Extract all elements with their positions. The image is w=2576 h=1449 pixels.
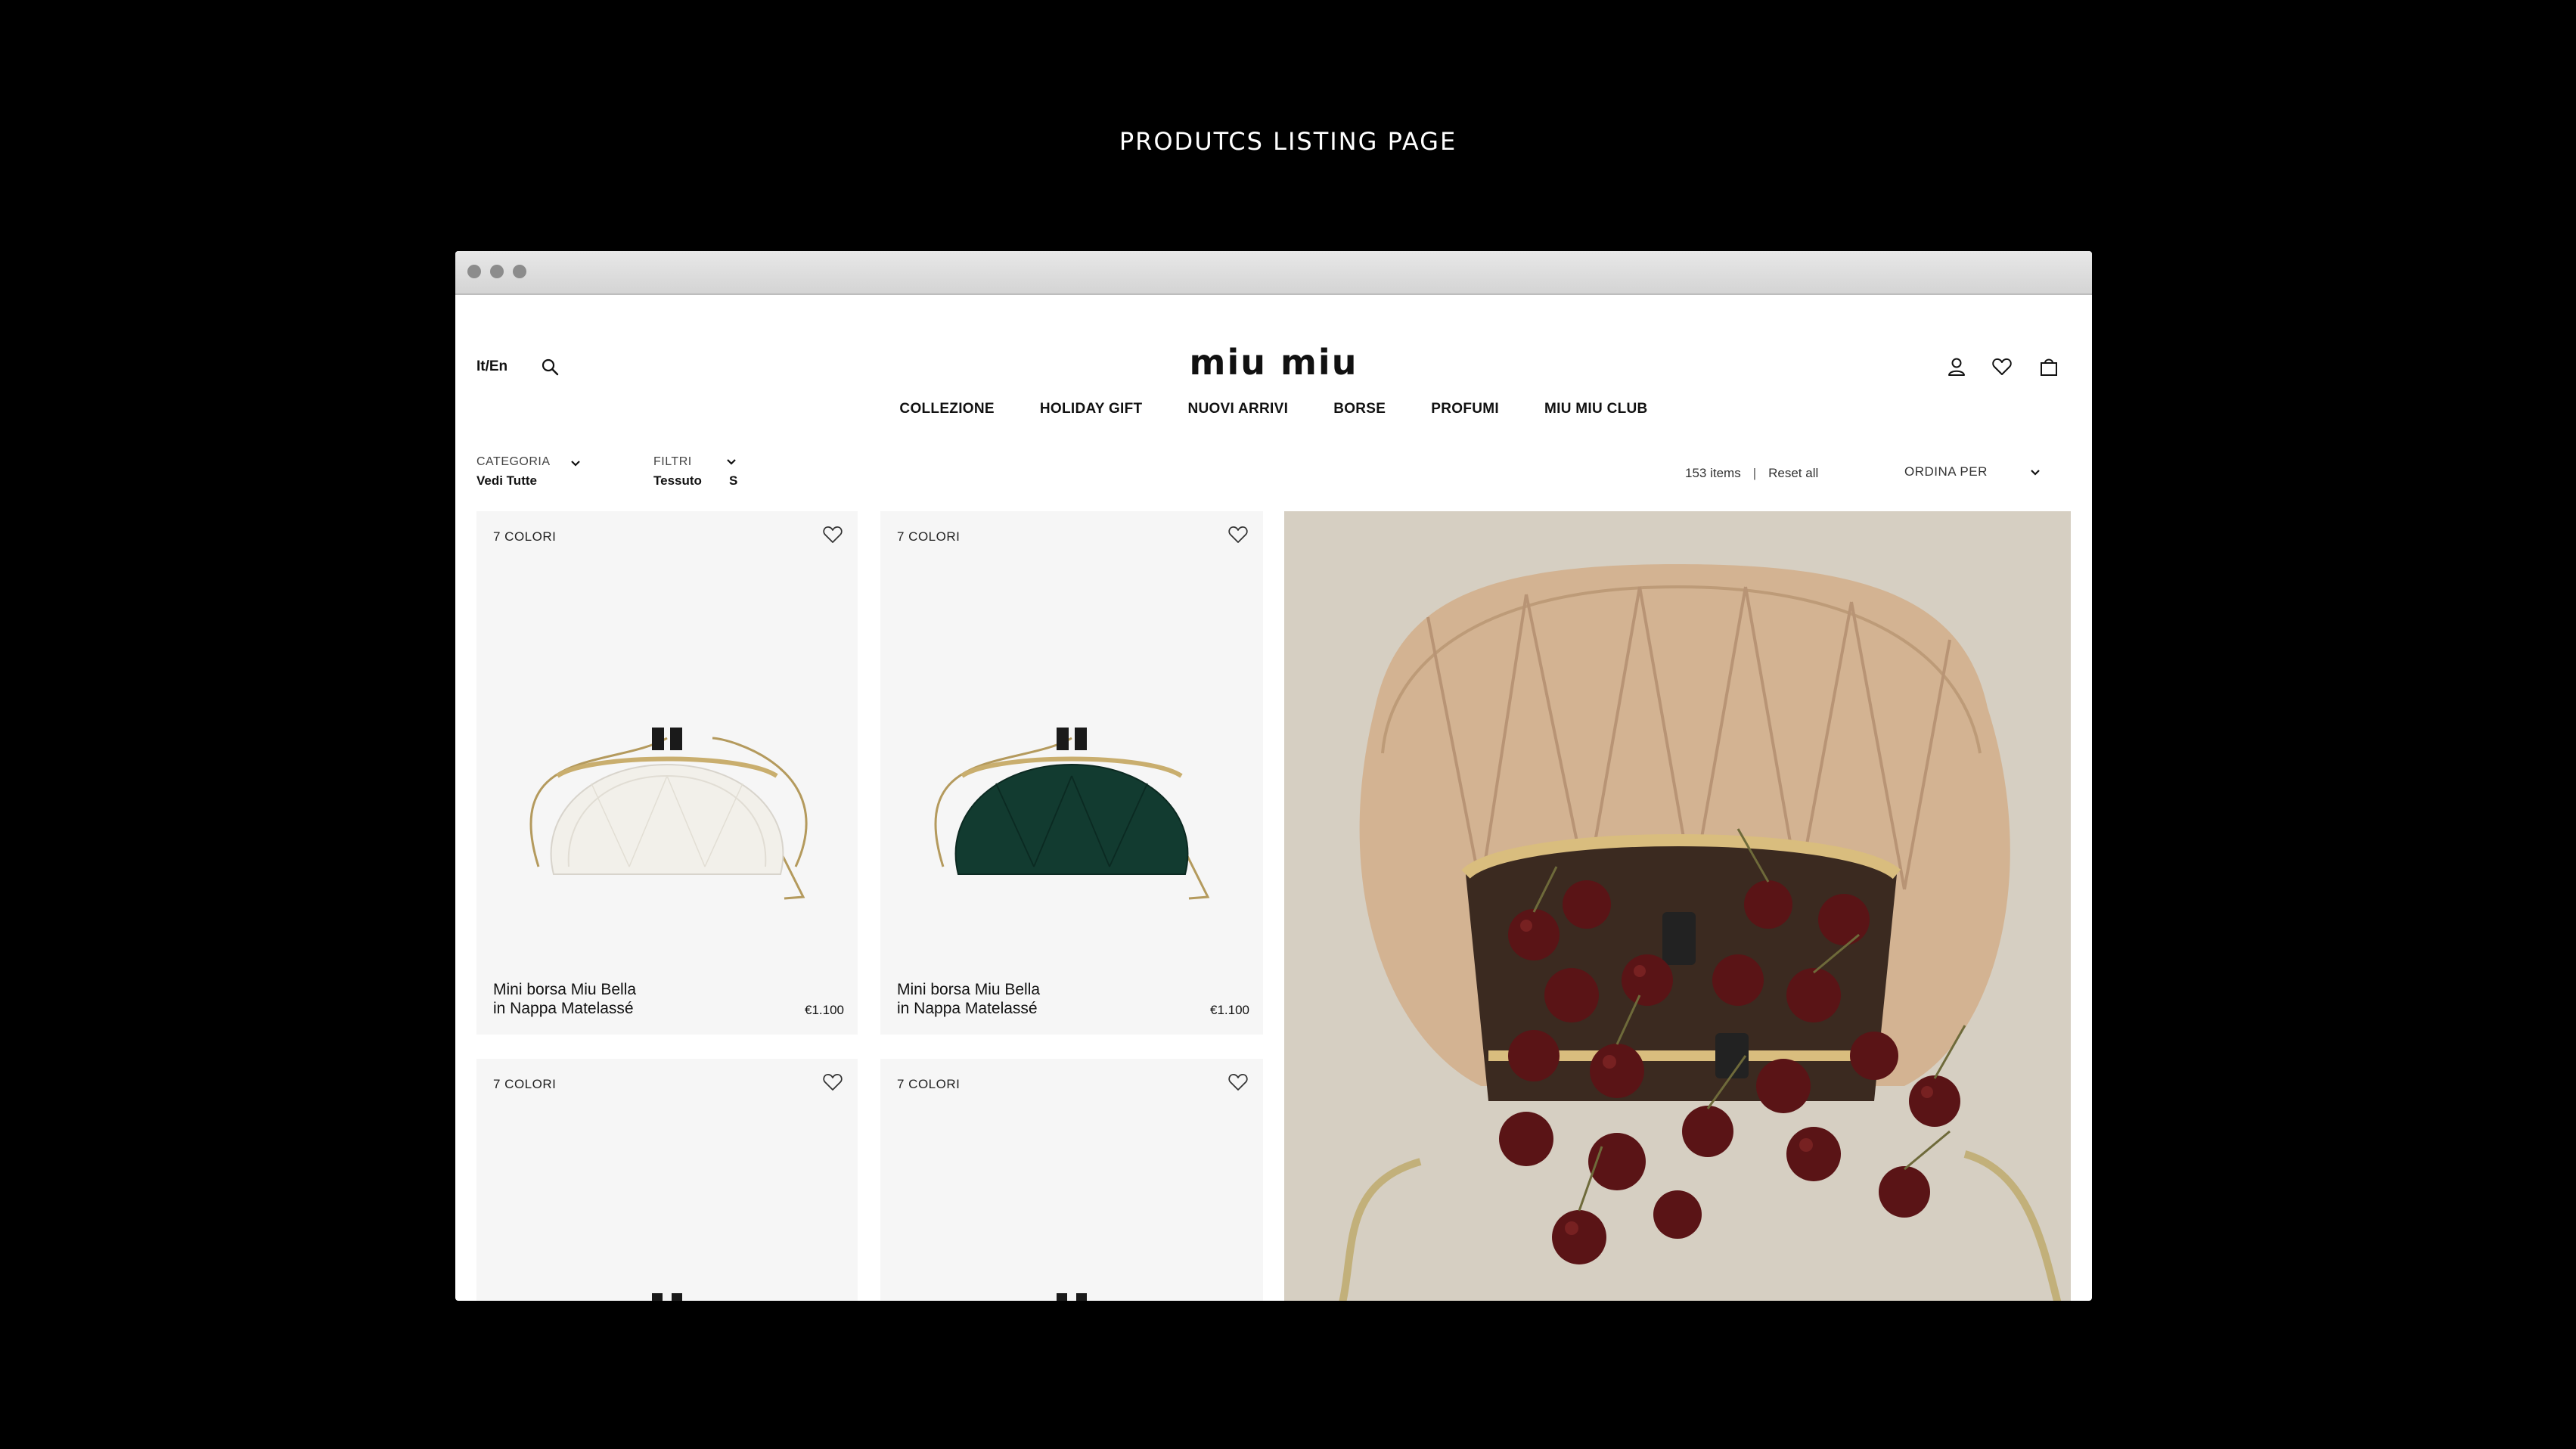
editorial-bag-with-cherries <box>1284 511 2071 1301</box>
color-count: 7 COLORI <box>897 529 961 544</box>
product-name[interactable]: Mini borsa Miu Bella in Nappa Matelassé <box>493 980 705 1018</box>
toolbar-separator: | <box>1752 466 1757 480</box>
product-listing-page: It/En miu miu COLLEZIONE HOLIDAY GIFT NU… <box>455 295 2092 1301</box>
product-image <box>934 728 1210 900</box>
category-filter[interactable]: CATEGORIA Vedi Tutte <box>476 455 580 489</box>
main-navigation: COLLEZIONE HOLIDAY GIFT NUOVI ARRIVI BOR… <box>455 401 2092 417</box>
filters-label: FILTRI <box>653 455 692 468</box>
product-card[interactable]: 7 COLORI Mini borsa Miu Bella in Nappa M… <box>476 511 858 1035</box>
filters-size-value: S <box>729 473 738 488</box>
heart-icon[interactable] <box>1227 1071 1249 1094</box>
items-count: 153 items <box>1685 466 1741 480</box>
product-name-line: in Nappa Matelassé <box>897 1000 1038 1017</box>
shopping-bag-icon[interactable] <box>2038 355 2060 378</box>
heart-icon[interactable] <box>821 523 844 546</box>
heart-icon[interactable] <box>1227 523 1249 546</box>
product-name-line: Mini borsa Miu Bella <box>897 981 1041 998</box>
filters-value: Tessuto <box>653 473 702 488</box>
nav-item-miu-miu-club[interactable]: MIU MIU CLUB <box>1544 401 1648 417</box>
product-image <box>529 728 808 900</box>
product-name-line: Mini borsa Miu Bella <box>493 981 637 998</box>
filters-dropdown[interactable]: FILTRI Tessuto S <box>653 455 737 489</box>
reset-all-link[interactable]: Reset all <box>1768 466 1818 480</box>
results-toolbar: 153 items | Reset all <box>1685 466 1818 481</box>
heart-icon[interactable] <box>821 1071 844 1094</box>
window-minimize-dot[interactable] <box>490 265 504 278</box>
product-price: €1.100 <box>1210 1003 1249 1017</box>
browser-window: It/En miu miu COLLEZIONE HOLIDAY GIFT NU… <box>455 251 2092 1301</box>
window-close-dot[interactable] <box>467 265 481 278</box>
chevron-down-icon <box>727 459 736 465</box>
color-count: 7 COLORI <box>493 1077 557 1091</box>
slide-title: PRODUTCS LISTING PAGE <box>1119 127 1457 156</box>
nav-item-collezione[interactable]: COLLEZIONE <box>899 401 994 417</box>
product-name[interactable]: Mini borsa Miu Bella in Nappa Matelassé <box>897 980 1109 1018</box>
product-image <box>652 1293 682 1301</box>
chevron-down-icon <box>571 461 580 467</box>
product-image <box>1057 1293 1087 1301</box>
product-name-line: in Nappa Matelassé <box>493 1000 634 1017</box>
chevron-down-icon <box>2031 470 2040 476</box>
brand-logo[interactable]: miu miu <box>455 342 2092 383</box>
nav-item-borse[interactable]: BORSE <box>1333 401 1386 417</box>
heart-icon[interactable] <box>1991 355 2013 378</box>
color-count: 7 COLORI <box>493 529 557 544</box>
product-card[interactable]: 7 COLORI <box>476 1059 858 1301</box>
category-label: CATEGORIA <box>476 455 551 468</box>
nav-item-holiday-gift[interactable]: HOLIDAY GIFT <box>1040 401 1143 417</box>
window-zoom-dot[interactable] <box>513 265 526 278</box>
sort-label: ORDINA PER <box>1904 464 1988 479</box>
category-value: Vedi Tutte <box>476 473 537 488</box>
product-card[interactable]: 7 COLORI <box>880 1059 1263 1301</box>
browser-titlebar <box>455 251 2092 295</box>
nav-item-profumi[interactable]: PROFUMI <box>1431 401 1499 417</box>
sort-dropdown[interactable]: ORDINA PER <box>1904 464 2040 479</box>
product-card[interactable]: 7 COLORI Mini borsa Miu Bella in Nappa M… <box>880 511 1263 1035</box>
user-icon[interactable] <box>1945 355 1968 378</box>
product-price: €1.100 <box>805 1003 844 1017</box>
color-count: 7 COLORI <box>897 1077 961 1091</box>
editorial-image[interactable] <box>1284 511 2071 1301</box>
nav-item-nuovi-arrivi[interactable]: NUOVI ARRIVI <box>1187 401 1288 417</box>
